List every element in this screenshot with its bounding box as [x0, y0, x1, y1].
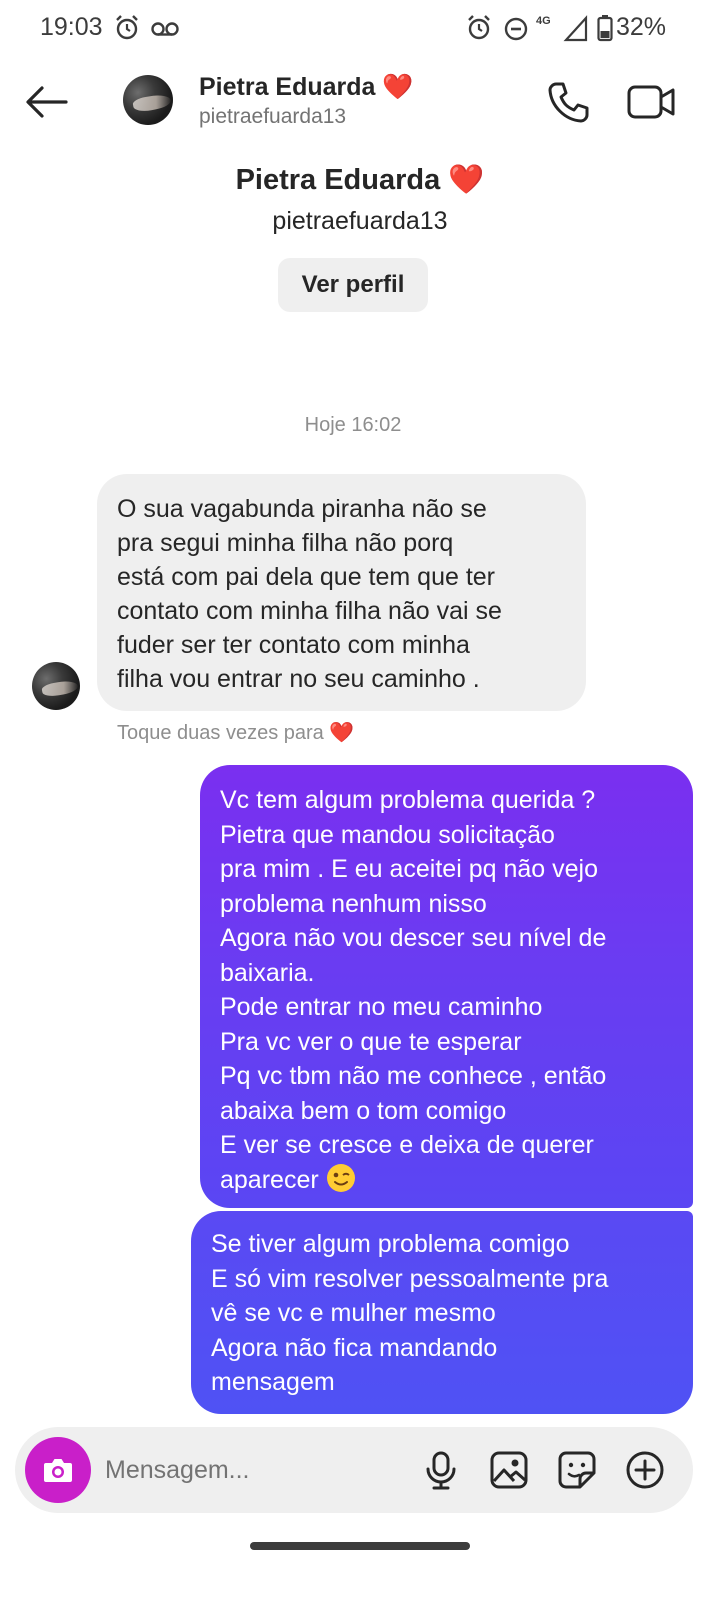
- battery-percent: 32%: [616, 13, 667, 41]
- signal-icon: 4G: [536, 15, 588, 42]
- camera-button[interactable]: [25, 1437, 91, 1503]
- chat-header: Pietra Eduarda ❤️ pietraefuarda13: [0, 56, 720, 146]
- battery-icon: [597, 15, 613, 42]
- phone-icon[interactable]: [546, 80, 590, 124]
- outgoing-message[interactable]: Vc tem algum problema querida ? Pietra q…: [200, 765, 693, 1208]
- microphone-icon[interactable]: [420, 1449, 462, 1491]
- profile-name: Pietra Eduarda ❤️: [235, 164, 485, 196]
- voicemail-icon: [151, 22, 179, 36]
- profile-username: pietraefuarda13: [272, 207, 448, 235]
- winking-face-emoji-icon: [326, 1163, 355, 1192]
- alarm-icon: [468, 15, 490, 40]
- avatar[interactable]: [123, 75, 173, 125]
- message-timestamp: Hoje 16:02: [304, 414, 402, 436]
- video-camera-icon[interactable]: [626, 82, 676, 122]
- gallery-icon[interactable]: [488, 1449, 530, 1491]
- sticker-icon[interactable]: [556, 1449, 598, 1491]
- back-arrow-icon[interactable]: [22, 82, 70, 122]
- outgoing-message[interactable]: Se tiver algum problema comigo E só vim …: [191, 1211, 693, 1414]
- contact-username[interactable]: pietraefuarda13: [199, 105, 346, 129]
- message-composer: [15, 1427, 693, 1513]
- outgoing-message-text: Vc tem algum problema querida ? Pietra q…: [220, 786, 607, 1194]
- status-time: 19:03: [40, 13, 103, 41]
- plus-circle-icon[interactable]: [624, 1449, 666, 1491]
- do-not-disturb-icon: [504, 17, 528, 41]
- camera-icon: [44, 1459, 72, 1482]
- avatar[interactable]: [32, 662, 80, 710]
- incoming-message[interactable]: O sua vagabunda piranha não se pra segui…: [97, 474, 586, 711]
- network-type: 4G: [536, 15, 551, 27]
- contact-name[interactable]: Pietra Eduarda ❤️: [199, 73, 414, 102]
- view-profile-button[interactable]: Ver perfil: [278, 258, 428, 312]
- alarm-icon: [116, 15, 138, 40]
- home-indicator[interactable]: [250, 1542, 470, 1550]
- react-hint: Toque duas vezes para ❤️: [117, 722, 355, 744]
- status-bar: 19:03 4G 32%: [0, 0, 720, 56]
- message-input[interactable]: [105, 1427, 405, 1513]
